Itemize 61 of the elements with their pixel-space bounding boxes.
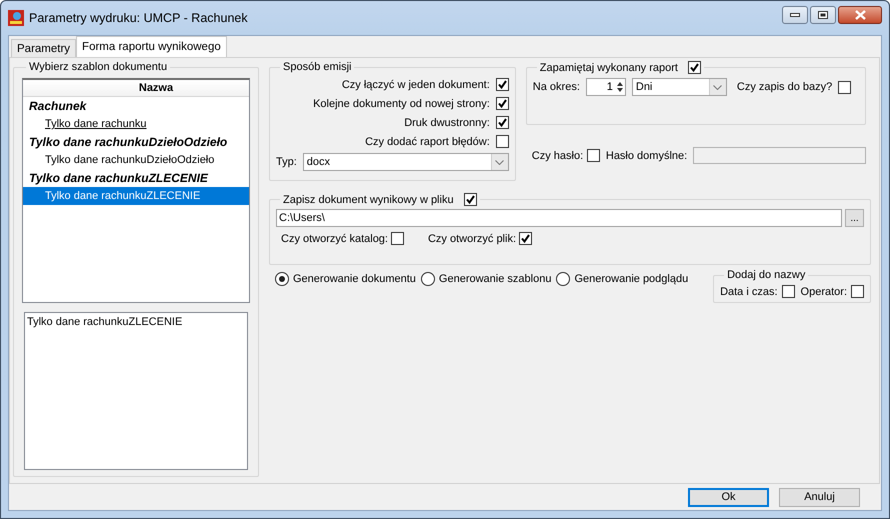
tree-group[interactable]: Tylko dane rachunkuDziełoOdzieło — [23, 133, 249, 151]
dropdown-button[interactable] — [490, 154, 508, 170]
option-label: Czy dodać raport błędów: — [365, 136, 490, 148]
tab[interactable]: Forma raportu wynikowego — [76, 36, 227, 57]
minimize-button[interactable] — [782, 6, 808, 24]
option-label: Czy otworzyć katalog: — [281, 232, 388, 244]
group-title: Dodaj do nazwy — [726, 269, 806, 281]
period-label: Na okres: — [532, 81, 580, 93]
close-button[interactable] — [838, 6, 882, 24]
browse-button[interactable]: ... — [845, 209, 864, 227]
default-password-label: Hasło domyślne: — [606, 150, 688, 162]
group-title: Wybierz szablon dokumentu — [28, 61, 168, 73]
caret-icon — [713, 84, 722, 90]
dropdown-button[interactable] — [708, 79, 726, 95]
app-icon — [8, 10, 24, 26]
password-label: Czy hasło: — [532, 150, 584, 162]
checkbox[interactable] — [782, 285, 795, 298]
path-field[interactable]: C:\Users\ — [276, 209, 842, 227]
radio-button[interactable]: Generowanie szablonu — [420, 272, 552, 286]
tree-item[interactable]: Tylko dane rachunkuZLECENIE — [23, 187, 249, 205]
dialog-button[interactable]: Anuluj — [779, 488, 860, 506]
type-dropdown[interactable]: docx — [302, 153, 509, 171]
tree-group[interactable]: Tylko dane rachunkuZLECENIE — [23, 169, 249, 187]
column-header: Nazwa — [23, 80, 249, 97]
minimize-icon — [790, 13, 800, 17]
checkbox[interactable] — [519, 232, 532, 245]
group-title: Sposób emisji — [282, 61, 352, 73]
maximize-button[interactable] — [810, 6, 836, 24]
option-label: Operator: — [800, 286, 847, 298]
checkbox[interactable] — [496, 135, 509, 148]
window-title: Parametry wydruku: UMCP - Rachunek — [29, 11, 248, 25]
group-title: Zapisz dokument wynikowy w pliku — [283, 194, 454, 206]
option-label: Czy otworzyć plik: — [428, 232, 516, 244]
checkbox[interactable] — [496, 97, 509, 110]
unit-dropdown[interactable]: Dni — [632, 78, 727, 96]
description-box: Tylko dane rachunkuZLECENIE — [24, 312, 248, 470]
tree-group[interactable]: Rachunek — [23, 97, 249, 115]
checkbox[interactable] — [688, 61, 701, 74]
caret-icon — [495, 160, 504, 164]
close-icon — [854, 10, 866, 20]
tree-item[interactable]: Tylko dane rachunku — [23, 115, 249, 133]
radio-button[interactable]: Generowanie podglądu — [556, 272, 688, 286]
radio-button[interactable]: Generowanie dokumentu — [275, 272, 416, 286]
option-label: Czy łączyć w jeden dokument: — [342, 78, 490, 90]
option-label: Druk dwustronny: — [404, 116, 490, 128]
checkbox[interactable] — [851, 285, 864, 298]
checkbox[interactable] — [838, 80, 852, 94]
period-spinner[interactable]: 1 — [586, 78, 626, 96]
option-label: Kolejne dokumenty od nowej strony: — [313, 98, 490, 110]
checkbox[interactable] — [390, 232, 404, 245]
maximize-icon — [818, 11, 828, 19]
checkbox[interactable] — [464, 193, 477, 206]
tab[interactable]: Parametry — [11, 39, 76, 57]
db-label: Czy zapis do bazy? — [736, 81, 832, 93]
tree-item[interactable]: Tylko dane rachunkuDziełoOdzieło — [23, 151, 249, 169]
checkbox[interactable] — [496, 78, 509, 91]
type-label: Typ: — [276, 156, 297, 168]
group-title: Zapamiętaj wykonany raport — [540, 62, 678, 74]
checkbox[interactable] — [496, 116, 509, 129]
dialog-button[interactable]: Ok — [688, 488, 769, 506]
option-label: Data i czas: — [720, 286, 778, 298]
